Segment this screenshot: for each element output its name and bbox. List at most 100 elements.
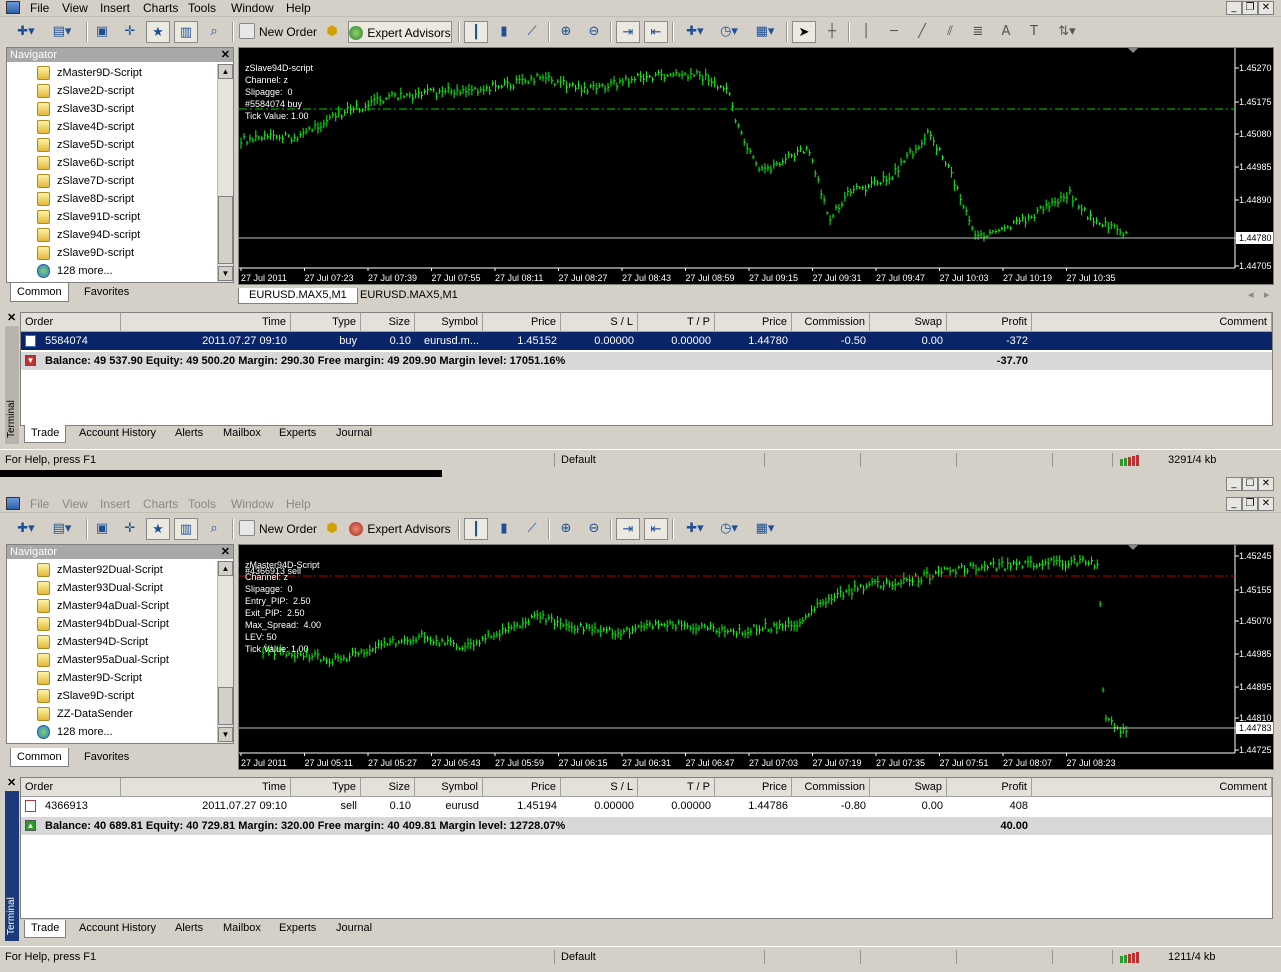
col-time[interactable]: Time (121, 778, 291, 796)
zoom-in-icon[interactable]: ⊕ (554, 21, 578, 43)
minimize-icon[interactable]: _ (1226, 1, 1242, 15)
close-icon[interactable]: ✕ (7, 776, 16, 789)
navigator-item[interactable]: zSlave91D-script (37, 208, 140, 226)
zoom-out-icon[interactable]: ⊖ (582, 21, 606, 43)
expert-advisors-button[interactable]: Expert Advisors (348, 21, 452, 43)
table-row[interactable]: 4366913 2011.07.27 09:10 sell 0.10 eurus… (21, 797, 1272, 815)
close-icon[interactable]: ✕ (1258, 1, 1274, 15)
terminal-icon[interactable]: ▥ (174, 518, 198, 540)
tab-favorites[interactable]: Favorites (78, 748, 135, 766)
navigator-item[interactable]: zMaster93Dual-Script (37, 579, 163, 597)
col-tp[interactable]: T / P (638, 778, 715, 796)
scroll-thumb[interactable] (218, 687, 233, 725)
periods-icon[interactable]: ◷▾ (714, 21, 744, 43)
col-tp[interactable]: T / P (638, 313, 715, 331)
data-window-icon[interactable]: ✛ (118, 518, 142, 540)
col-sl[interactable]: S / L (561, 313, 638, 331)
col-size[interactable]: Size (361, 778, 415, 796)
new-chart-icon[interactable]: ✚▾ (14, 21, 38, 43)
menu-window[interactable]: Window (231, 497, 274, 511)
scroll-thumb[interactable] (218, 196, 233, 264)
candlestick-icon[interactable]: ▮ (492, 21, 516, 43)
navigator-item[interactable]: zMaster94aDual-Script (37, 597, 169, 615)
cursor-icon[interactable]: ➤ (792, 21, 816, 43)
tab-favorites[interactable]: Favorites (78, 283, 135, 301)
chart-shift-icon[interactable]: ⇤ (644, 518, 668, 540)
navigator-icon[interactable]: ★ (146, 518, 170, 540)
close-icon[interactable]: ✕ (7, 311, 16, 324)
indicators-icon[interactable]: ✚▾ (680, 21, 710, 43)
tab-journal[interactable]: Journal (330, 425, 378, 442)
price-chart[interactable]: 1.45270 1.45175 1.45080 1.44985 1.44890 1.447… (238, 47, 1274, 285)
templates-icon[interactable]: ▦▾ (750, 21, 780, 43)
col-profit[interactable]: Profit (947, 778, 1032, 796)
chart-tab[interactable]: EURUSD.MAX5,M1 (238, 288, 358, 304)
col-swap[interactable]: Swap (870, 778, 947, 796)
close-icon[interactable]: ✕ (1258, 497, 1274, 511)
periods-icon[interactable]: ◷▾ (714, 518, 744, 540)
col-type[interactable]: Type (291, 313, 361, 331)
auto-scroll-icon[interactable]: ⇥ (616, 518, 640, 540)
col-symbol[interactable]: Symbol (415, 313, 483, 331)
col-swap[interactable]: Swap (870, 313, 947, 331)
metaeditor-icon[interactable]: ⬢ (320, 21, 344, 43)
profiles-icon[interactable]: ▤▾ (50, 518, 74, 540)
menu-view[interactable]: View (62, 1, 88, 15)
tab-trade[interactable]: Trade (24, 425, 67, 443)
vertical-line-icon[interactable]: │ (854, 21, 878, 43)
crosshair-icon[interactable]: ┼ (820, 21, 844, 43)
strategy-tester-icon[interactable]: ⌕ (202, 21, 226, 43)
navigator-item[interactable]: zSlave8D-script (37, 190, 134, 208)
terminal-icon[interactable]: ▥ (174, 21, 198, 43)
tab-alerts[interactable]: Alerts (169, 920, 209, 937)
col-comment[interactable]: Comment (1032, 778, 1272, 796)
menu-file[interactable]: File (30, 1, 49, 15)
navigator-item[interactable]: zSlave9D-script (37, 687, 134, 705)
scroll-up-icon[interactable]: ▲ (218, 64, 233, 79)
navigator-item[interactable]: zSlave3D-script (37, 100, 134, 118)
col-time[interactable]: Time (121, 313, 291, 331)
navigator-item[interactable]: zMaster94D-Script (37, 633, 148, 651)
menu-insert[interactable]: Insert (100, 1, 130, 15)
col-type[interactable]: Type (291, 778, 361, 796)
navigator-item[interactable]: zMaster94bDual-Script (37, 615, 169, 633)
zoom-out-icon[interactable]: ⊖ (582, 518, 606, 540)
metaeditor-icon[interactable]: ⬢ (320, 518, 344, 540)
price-chart[interactable]: 1.45245 1.45155 1.45070 1.44985 1.44895 1.448… (238, 544, 1274, 770)
tab-account-history[interactable]: Account History (73, 920, 162, 937)
app-icon[interactable] (6, 497, 20, 510)
expert-advisors-button[interactable]: Expert Advisors (348, 518, 452, 540)
tab-journal[interactable]: Journal (330, 920, 378, 937)
menu-insert[interactable]: Insert (100, 497, 130, 511)
col-current-price[interactable]: Price (715, 313, 792, 331)
horizontal-line-icon[interactable]: ─ (882, 21, 906, 43)
menu-charts[interactable]: Charts (143, 497, 178, 511)
scroll-down-icon[interactable]: ▼ (218, 727, 233, 742)
market-watch-icon[interactable]: ▣ (90, 518, 114, 540)
text-icon[interactable]: A (994, 21, 1018, 43)
menu-window[interactable]: Window (231, 1, 274, 15)
profiles-icon[interactable]: ▤▾ (50, 21, 74, 43)
col-commission[interactable]: Commission (792, 778, 870, 796)
menu-file[interactable]: File (30, 497, 49, 511)
indicators-icon[interactable]: ✚▾ (680, 518, 710, 540)
navigator-scrollbar[interactable]: ▲ ▼ (217, 561, 233, 743)
tab-common[interactable]: Common (10, 748, 69, 767)
navigator-item[interactable]: zMaster95aDual-Script (37, 651, 169, 669)
bar-chart-icon[interactable]: ┃ (464, 518, 488, 540)
minimize-icon[interactable]: _ (1226, 497, 1242, 511)
data-window-icon[interactable]: ✛ (118, 21, 142, 43)
tab-account-history[interactable]: Account History (73, 425, 162, 442)
tab-experts[interactable]: Experts (273, 425, 322, 442)
tab-common[interactable]: Common (10, 283, 69, 302)
navigator-item[interactable]: zMaster92Dual-Script (37, 561, 163, 579)
col-price[interactable]: Price (483, 778, 561, 796)
col-price[interactable]: Price (483, 313, 561, 331)
strategy-tester-icon[interactable]: ⌕ (202, 518, 226, 540)
candlestick-icon[interactable]: ▮ (492, 518, 516, 540)
navigator-scrollbar[interactable]: ▲ ▼ (217, 64, 233, 282)
scroll-up-icon[interactable]: ▲ (218, 561, 233, 576)
col-order[interactable]: Order (21, 313, 121, 331)
navigator-item[interactable]: zSlave9D-script (37, 244, 134, 262)
col-comment[interactable]: Comment (1032, 313, 1272, 331)
